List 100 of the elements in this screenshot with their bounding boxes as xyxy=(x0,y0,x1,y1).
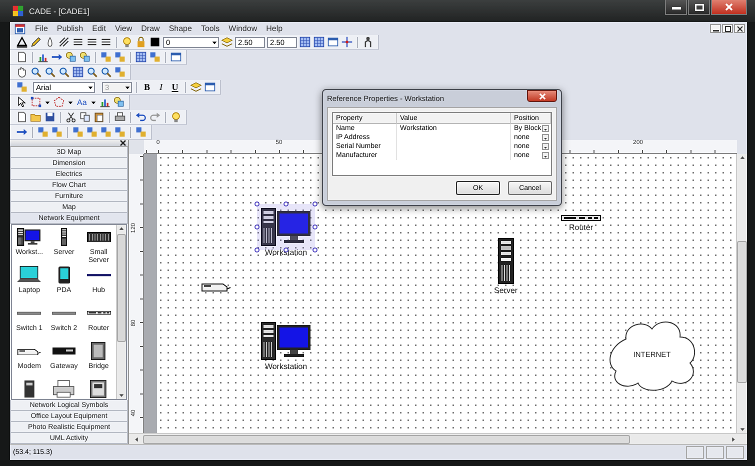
triangle-icon[interactable] xyxy=(16,36,28,48)
zoom-icon[interactable] xyxy=(44,66,56,78)
close-button[interactable] xyxy=(711,0,747,15)
shapes-icon[interactable] xyxy=(65,51,77,63)
underline-button[interactable]: U xyxy=(169,81,181,93)
minimize-button[interactable] xyxy=(665,0,687,15)
dropdown-button[interactable] xyxy=(542,152,549,159)
lock-icon[interactable] xyxy=(135,36,147,48)
close-button[interactable] xyxy=(527,90,557,102)
up-arrow-icon[interactable] xyxy=(738,154,746,161)
scrollbar-thumb[interactable] xyxy=(117,234,126,342)
scrollbar-thumb[interactable] xyxy=(737,241,747,383)
zoom-icon[interactable] xyxy=(100,66,112,78)
window-icon[interactable] xyxy=(204,81,216,93)
shapes-icon[interactable] xyxy=(112,96,125,108)
up-arrow-icon[interactable] xyxy=(118,225,125,232)
printer-icon[interactable] xyxy=(114,111,126,123)
blocks-icon[interactable] xyxy=(51,126,63,138)
maximize-button[interactable] xyxy=(688,0,710,15)
grid-icon[interactable] xyxy=(135,51,147,63)
lines-icon[interactable] xyxy=(100,36,112,48)
phone-icon xyxy=(90,380,107,398)
blocks-icon[interactable] xyxy=(135,126,147,138)
restore-button[interactable] xyxy=(722,24,733,33)
person-icon[interactable] xyxy=(362,36,374,48)
selection-icon[interactable] xyxy=(30,96,42,108)
object-label: Workstation xyxy=(264,248,308,257)
text-style-button[interactable]: Aa xyxy=(76,98,88,106)
blocks-icon[interactable] xyxy=(100,51,112,63)
shapes-icon[interactable] xyxy=(79,51,91,63)
italic-button[interactable]: I xyxy=(155,81,167,93)
grid-icon[interactable] xyxy=(72,66,84,78)
hand-icon[interactable] xyxy=(16,66,28,78)
zoom-icon[interactable] xyxy=(30,66,42,78)
close-icon[interactable] xyxy=(120,140,126,146)
grid-icon[interactable] xyxy=(313,36,325,48)
menu-item[interactable]: View xyxy=(114,24,132,33)
document-icon[interactable] xyxy=(14,22,26,34)
window-icon[interactable] xyxy=(327,36,339,48)
close-button[interactable] xyxy=(734,24,745,33)
cursor-icon[interactable] xyxy=(16,96,28,108)
hatch-icon[interactable] xyxy=(58,36,70,48)
close-icon xyxy=(736,26,742,32)
scrollbar-thumb[interactable] xyxy=(143,434,630,444)
layers-icon[interactable] xyxy=(221,36,233,48)
menu-item[interactable]: Window xyxy=(228,24,258,33)
undo-icon[interactable] xyxy=(135,111,147,123)
menu-item[interactable]: File xyxy=(35,24,48,33)
crosshair-icon[interactable] xyxy=(341,36,353,48)
close-icon xyxy=(538,92,546,100)
blocks-icon[interactable] xyxy=(72,126,84,138)
blocks-icon[interactable] xyxy=(114,66,126,78)
blocks-icon[interactable] xyxy=(114,51,126,63)
switch-icon xyxy=(17,310,42,316)
menu-item[interactable]: Shape xyxy=(168,24,192,33)
blocks-icon[interactable] xyxy=(16,81,28,93)
clipboard-icon[interactable] xyxy=(93,111,105,123)
computer-icon xyxy=(17,228,42,246)
dropdown-button[interactable] xyxy=(542,134,549,141)
blocks-icon[interactable] xyxy=(149,51,161,63)
dropdown-button[interactable] xyxy=(542,143,549,150)
handheld-icon xyxy=(58,266,70,284)
right-arrow-icon[interactable] xyxy=(730,436,737,442)
down-arrow-icon[interactable] xyxy=(738,426,746,433)
menu-item[interactable]: Tools xyxy=(200,24,220,33)
minimize-button[interactable] xyxy=(710,24,721,33)
left-arrow-icon[interactable] xyxy=(133,436,140,442)
lines-icon[interactable] xyxy=(86,36,98,48)
arrow-icon[interactable] xyxy=(51,51,63,63)
zoom-icon[interactable] xyxy=(86,66,98,78)
horizontal-scrollbar[interactable] xyxy=(129,433,747,444)
down-arrow-icon[interactable] xyxy=(118,392,125,399)
pencil-icon[interactable] xyxy=(30,36,42,48)
window-icon[interactable] xyxy=(170,51,182,63)
swatch-icon[interactable] xyxy=(149,36,161,48)
scissors-icon[interactable] xyxy=(65,111,77,123)
dropdown-button[interactable] xyxy=(542,125,549,132)
bulb-icon[interactable] xyxy=(121,36,133,48)
blocks-icon[interactable] xyxy=(86,126,98,138)
bulb-icon[interactable] xyxy=(170,111,182,123)
grid-icon[interactable] xyxy=(299,36,311,48)
bold-button[interactable]: B xyxy=(141,81,153,93)
menu-item[interactable]: Edit xyxy=(92,24,106,33)
blocks-icon[interactable] xyxy=(100,126,112,138)
arrow-icon[interactable] xyxy=(16,126,28,138)
menu-item[interactable]: Draw xyxy=(141,24,160,33)
gateway-icon xyxy=(52,347,76,355)
server-icon xyxy=(60,228,68,246)
vertical-scrollbar[interactable] xyxy=(116,225,126,399)
vertical-scrollbar[interactable] xyxy=(736,154,747,433)
blocks-icon[interactable] xyxy=(37,126,49,138)
copy-icon[interactable] xyxy=(79,111,91,123)
zoom-icon[interactable] xyxy=(58,66,70,78)
menu-item[interactable]: Publish xyxy=(56,24,84,33)
blocks-icon[interactable] xyxy=(114,126,126,138)
minimize-icon xyxy=(672,4,680,10)
polygon-icon[interactable] xyxy=(53,96,65,108)
menu-item[interactable]: Help xyxy=(266,24,283,33)
lines-icon[interactable] xyxy=(72,36,84,48)
layers-icon[interactable] xyxy=(190,81,202,93)
